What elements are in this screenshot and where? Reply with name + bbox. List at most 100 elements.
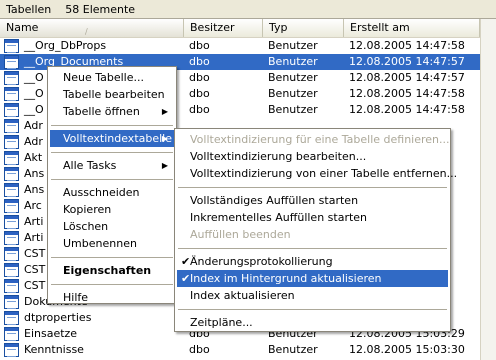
context-menu-item[interactable]: Kopieren (50, 201, 174, 218)
table-icon (4, 343, 19, 357)
column-header-owner[interactable]: Besitzer (184, 19, 263, 37)
table-type: Benutzer (268, 39, 318, 52)
table-name: Arti (24, 231, 44, 244)
menu-separator (178, 187, 447, 188)
submenu-item-label: Zeitpläne... (190, 316, 253, 329)
table-name: CST (24, 279, 46, 292)
submenu-item-label: Index aktualisieren (190, 289, 295, 302)
submenu-item[interactable]: Volltextindizierung bearbeiten... (177, 148, 448, 165)
table-created: 12.08.2005 14:47:58 (349, 103, 465, 116)
menu-separator (51, 284, 173, 285)
context-menu-item[interactable]: Tabelle öffnen ▶ (50, 103, 174, 120)
context-menu-item[interactable]: Tabelle bearbeiten (50, 86, 174, 103)
table-name: __O (24, 87, 44, 100)
submenu-item: Auffüllen beenden (177, 226, 448, 243)
table-owner: dbo (189, 39, 210, 52)
vertical-scrollbar[interactable] (480, 19, 496, 360)
status-label: Tabellen (6, 2, 52, 16)
table-icon (4, 231, 19, 245)
submenu-item[interactable]: ✔ Änderungsprotokollierung (177, 253, 448, 270)
table-icon (4, 199, 19, 213)
table-name: Arc (24, 199, 42, 212)
context-menu-item-label: Löschen (63, 220, 109, 233)
submenu-item[interactable]: ✔ Index im Hintergrund aktualisieren (177, 270, 448, 287)
table-name: CST (24, 263, 46, 276)
column-header-type[interactable]: Typ (263, 19, 344, 37)
table-created: 12.08.2005 15:03:30 (349, 343, 465, 356)
table-icon (4, 87, 19, 101)
context-menu-item-label: Kopieren (63, 203, 112, 216)
submenu-item[interactable]: Index aktualisieren (177, 287, 448, 304)
submenu-item-label: Index im Hintergrund aktualisieren (190, 272, 382, 285)
context-menu-item-label: Tabelle öffnen (63, 105, 140, 118)
table-icon (4, 247, 19, 261)
column-header-name-label: Name (6, 21, 39, 34)
context-menu-item-label: Tabelle bearbeiten (63, 88, 165, 101)
column-header-type-label: Typ (269, 21, 288, 34)
table-name: __O (24, 71, 44, 84)
context-menu-item[interactable]: Alle Tasks ▶ (50, 157, 174, 174)
table-name: __Org_DbProps (24, 39, 107, 52)
submenu-item-label: Inkrementelles Auffüllen starten (190, 211, 368, 224)
context-menu-item-label: Hilfe (63, 291, 89, 304)
volltext-submenu: Volltextindizierung für eine Tabelle def… (174, 128, 457, 332)
submenu-item[interactable]: Volltextindizierung von einer Tabelle en… (177, 165, 457, 182)
table-name: Akt (24, 151, 43, 164)
table-owner: dbo (189, 343, 210, 356)
submenu-item[interactable]: Zeitpläne... (177, 314, 448, 331)
table-created: 12.08.2005 14:47:58 (349, 39, 465, 52)
table-name: dtproperties (24, 311, 92, 324)
table-icon (4, 151, 19, 165)
submenu-item-label: Volltextindizierung bearbeiten... (190, 150, 367, 163)
table-name: Ans (24, 183, 45, 196)
context-menu-item[interactable]: Ausschneiden (50, 184, 174, 201)
menu-separator (51, 179, 173, 180)
context-menu-item[interactable]: Umbenennen (50, 235, 174, 252)
table-icon (4, 295, 19, 309)
submenu-arrow-icon: ▶ (161, 161, 168, 170)
table-icon (4, 263, 19, 277)
status-bar: Tabellen 58 Elemente (0, 0, 496, 19)
context-menu-item[interactable]: Volltextindextabelle ▶ (50, 130, 174, 147)
menu-separator (178, 309, 447, 310)
submenu-item-label: Vollständiges Auffüllen starten (190, 194, 359, 207)
table-name: Ans (24, 167, 45, 180)
list-header: Name ∕ Besitzer Typ Erstellt am (0, 19, 480, 38)
context-menu-item-label: Umbenennen (63, 237, 137, 250)
table-type: Benutzer (268, 71, 318, 84)
table-icon (4, 103, 19, 117)
context-menu-item-label: Eigenschaften (63, 264, 152, 277)
table-type: Benutzer (268, 343, 318, 356)
table-icon (4, 55, 19, 69)
table-icon (4, 71, 19, 85)
table-name: Kenntnisse (24, 343, 84, 356)
checkmark-icon: ✔ (181, 255, 191, 268)
submenu-item-label: Volltextindizierung von einer Tabelle en… (190, 167, 458, 180)
submenu-item[interactable]: Vollständiges Auffüllen starten (177, 192, 448, 209)
table-icon (4, 279, 19, 293)
table-row[interactable]: __Org_DbProps dbo Benutzer 12.08.2005 14:47… (0, 38, 480, 54)
table-type: Benutzer (268, 87, 318, 100)
submenu-item[interactable]: Inkrementelles Auffüllen starten (177, 209, 448, 226)
table-name: CST (24, 247, 46, 260)
table-row[interactable]: Kenntnisse dbo Benutzer 12.08.2005 15:03:30 (0, 342, 480, 358)
context-menu: Neue Tabelle... Tabelle bearbeiten Tabelle… (47, 66, 177, 304)
context-menu-item[interactable]: Hilfe (50, 289, 174, 306)
context-menu-item[interactable]: Neue Tabelle... (50, 69, 174, 86)
table-icon (4, 39, 19, 53)
table-owner: dbo (189, 71, 210, 84)
table-name: Adr (24, 135, 43, 148)
table-owner: dbo (189, 55, 210, 68)
context-menu-item-label: Ausschneiden (63, 186, 140, 199)
table-created: 12.08.2005 14:47:57 (349, 55, 465, 68)
column-header-created[interactable]: Erstellt am (344, 19, 480, 37)
table-owner: dbo (189, 103, 210, 116)
table-owner: dbo (189, 87, 210, 100)
context-menu-item[interactable]: Löschen (50, 218, 174, 235)
table-icon (4, 119, 19, 133)
column-header-name[interactable]: Name ∕ (0, 19, 184, 37)
table-name: __O (24, 103, 44, 116)
context-menu-item[interactable]: Eigenschaften (50, 262, 174, 279)
item-count: 58 Elemente (65, 2, 136, 16)
menu-separator (51, 257, 173, 258)
